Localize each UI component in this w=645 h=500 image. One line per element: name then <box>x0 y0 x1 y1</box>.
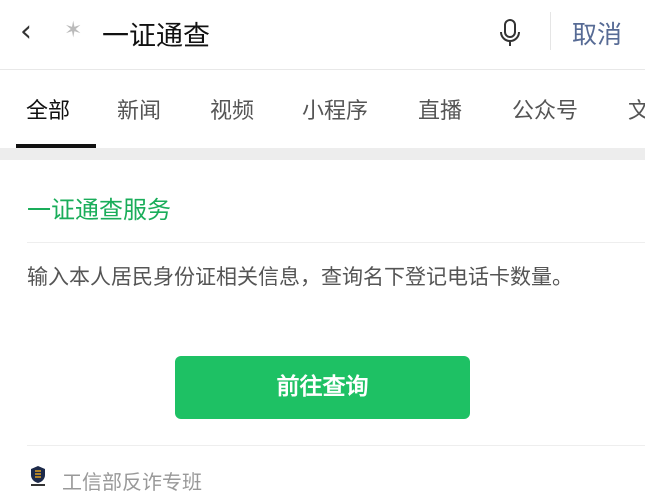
source-name[interactable]: 工信部反诈专班 <box>62 466 202 495</box>
tab-video[interactable]: 视频 <box>210 93 254 125</box>
tab-all[interactable]: 全部 <box>26 93 70 125</box>
shield-logo-icon <box>31 466 45 486</box>
section-separator <box>0 148 645 160</box>
divider <box>27 242 645 243</box>
go-query-button[interactable]: 前往查询 <box>175 356 470 419</box>
card-description: 输入本人居民身份证相关信息，查询名下登记电话卡数量。 <box>27 265 573 289</box>
card-title[interactable]: 一证通查服务 <box>27 190 171 225</box>
microphone-icon[interactable] <box>498 18 522 48</box>
cancel-button[interactable]: 取消 <box>572 15 622 51</box>
back-icon[interactable]: ‹ <box>20 14 32 49</box>
service-card: 一证通查服务 输入本人居民身份证相关信息，查询名下登记电话卡数量。 前往查询 工… <box>0 160 645 500</box>
search-input[interactable]: 一证通查 <box>102 14 210 53</box>
divider <box>550 12 551 50</box>
tab-article[interactable]: 文 <box>628 93 645 125</box>
tab-news[interactable]: 新闻 <box>117 93 161 125</box>
divider <box>27 445 645 446</box>
tab-bar: 全部 新闻 视频 小程序 直播 公众号 文 <box>0 71 645 148</box>
search-header: ‹ ✶ 一证通查 取消 <box>0 0 645 70</box>
sparkle-icon: ✶ <box>64 18 83 43</box>
tab-live[interactable]: 直播 <box>418 93 462 125</box>
tab-mini-program[interactable]: 小程序 <box>302 93 368 125</box>
tab-official-account[interactable]: 公众号 <box>512 93 578 125</box>
